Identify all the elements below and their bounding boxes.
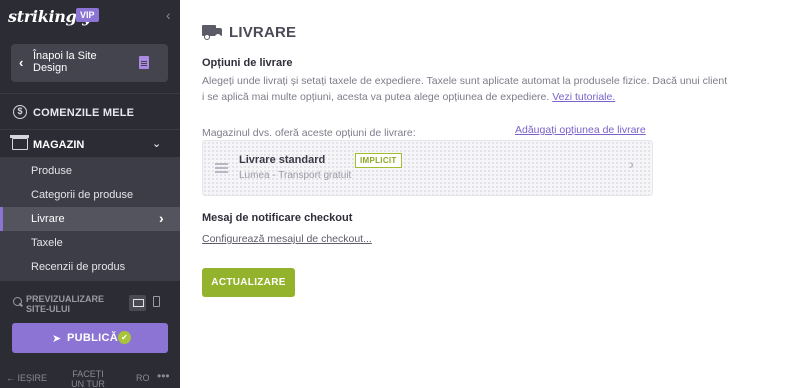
update-button[interactable]: ACTUALIZARE [202,268,295,297]
search-preview-icon [13,297,22,306]
checkout-heading: Mesaj de notificare checkout [202,212,353,224]
status-badge: ✔ [118,331,131,344]
drag-handle-icon[interactable] [215,163,228,165]
site-preview-row: PREVIZUALIZARE SITE-ULUI [0,292,180,318]
main-content: LIVRARE Opțiuni de livrare Alegeți unde … [180,0,811,388]
sidebar: strikingly VIP ‹ ‹ Înapoi la Site Design… [0,0,180,388]
sidebar-item-label: COMENZILE MELE [33,107,135,119]
sidebar-item-product-categories[interactable]: Categorii de produse [0,183,180,207]
logo-row: strikingly VIP ‹ [0,0,180,34]
sidebar-item-taxes[interactable]: Taxele [0,231,180,255]
add-shipping-option-link[interactable]: Adăugați opțiunea de livrare [515,124,646,136]
truck-icon [202,25,222,40]
publish-label: PUBLICĂ [67,332,118,344]
chevron-down-icon: ⌄ [152,138,162,150]
divider [0,129,180,130]
sidebar-item-product-reviews[interactable]: Recenzii de produs [0,255,180,279]
store-submenu: Produse Categorii de produse Livrare › T… [0,157,180,281]
sidebar-section-store[interactable]: MAGAZIN ⌄ [0,133,180,156]
tutorial-link[interactable]: Vezi tutoriale. [552,91,615,103]
preview-label: PREVIZUALIZARE SITE-ULUI [26,294,105,314]
more-options-icon[interactable]: ••• [157,370,170,382]
shipping-option-subtitle: Lumea - Transport gratuit [239,170,352,181]
sidebar-item-label: Livrare [31,213,65,225]
chevron-left-icon: ‹ [19,55,24,70]
shipping-option-name: Livrare standard [239,154,326,166]
sidebar-section-label: MAGAZIN [33,139,85,151]
options-label: Magazinul dvs. oferă aceste opțiuni de l… [202,127,416,139]
sidebar-item-label: Produse [31,165,72,177]
exit-button[interactable]: ← IEȘIRE [6,373,47,383]
rocket-icon: ➤ [52,333,62,345]
back-to-site-design-button[interactable]: ‹ Înapoi la Site Design [11,44,168,82]
desktop-preview-button[interactable] [129,295,146,311]
description-text: Alegeți unde livrați și setați taxele de… [202,75,728,103]
divider [0,93,180,94]
sidebar-item-label: Taxele [31,237,63,249]
language-selector[interactable]: RO [136,373,150,383]
chevron-right-icon: › [629,156,634,173]
page-document-icon [139,56,149,69]
shipping-description: Alegeți unde livrați și setați taxele de… [202,73,732,105]
sidebar-item-label: Categorii de produse [31,189,134,201]
sidebar-item-products[interactable]: Produse [0,159,180,183]
collapse-sidebar-icon[interactable]: ‹ [166,7,171,23]
chevron-right-icon: › [159,210,164,226]
sidebar-item-my-orders[interactable]: $ COMENZILE MELE [0,101,180,125]
publish-button[interactable]: ➤ PUBLICĂ ✔ [12,323,168,353]
back-label: Înapoi la Site Design [33,50,97,74]
sidebar-item-shipping[interactable]: Livrare › [0,207,180,231]
sidebar-footer: ← IEȘIRE FACEȚI UN TUR RO ••• [0,366,180,388]
store-icon [10,135,29,150]
shipping-option-card[interactable]: Livrare standard IMPLICIT Lumea - Transp… [202,140,653,196]
shipping-options-heading: Opțiuni de livrare [202,57,293,69]
mobile-preview-button[interactable] [153,296,160,307]
take-tour-button[interactable]: FACEȚI UN TUR [66,369,110,388]
configure-checkout-message-link[interactable]: Configurează mesajul de checkout... [202,233,372,245]
page-title: LIVRARE [229,24,297,41]
sidebar-item-label: Recenzii de produs [31,261,126,273]
dollar-coin-icon: $ [13,105,27,119]
default-badge: IMPLICIT [355,153,402,168]
vip-badge: VIP [76,8,99,22]
